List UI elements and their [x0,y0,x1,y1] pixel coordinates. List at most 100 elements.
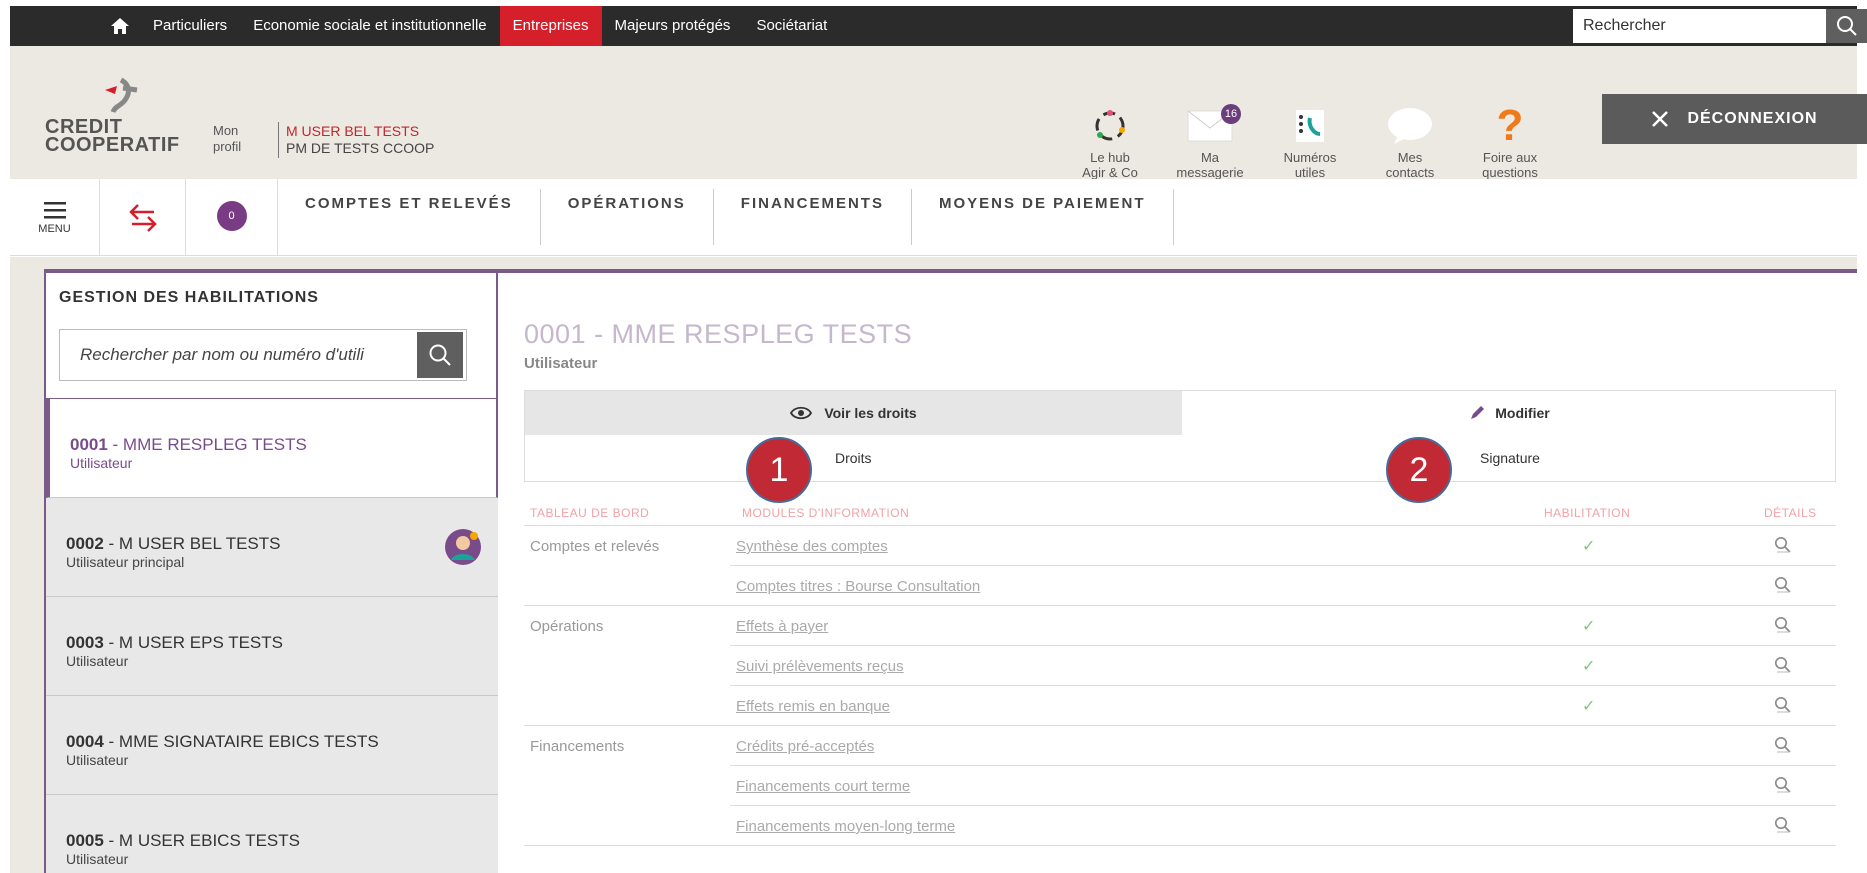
user-list-item[interactable]: 0005 - M USER EBICS TESTS Utilisateur [46,795,498,873]
user-search-input[interactable]: Rechercher par nom ou numéro d'utili [60,345,417,365]
user-item-role: Utilisateur principal [66,554,185,570]
menu-button[interactable]: MENU [10,179,100,256]
user-item-role: Utilisateur [66,851,129,867]
logo-text: CREDIT COOPERATIF [45,116,180,156]
topnav-entreprises[interactable]: Entreprises [499,6,602,46]
site-header: CREDIT COOPERATIF Mon profil M USER BEL … [10,46,1867,181]
transfer-button[interactable] [100,179,186,256]
main-user-avatar-icon [445,529,481,565]
tab-modifier[interactable]: Modifier [1182,391,1837,435]
my-profile-link[interactable]: Mon profil [213,123,241,155]
top-search[interactable]: Rechercher [1573,9,1867,43]
speech-bubble-icon [1365,102,1455,150]
table-row: Suivi prélèvements reçus ✓ [524,646,1836,686]
tab-moyens-de-paiement[interactable]: MOYENS DE PAIEMENT [912,189,1174,245]
module-link[interactable]: Synthèse des comptes [736,538,888,555]
logout-button[interactable]: DÉCONNEXION [1602,94,1867,144]
subtab-signature[interactable]: Signature [1480,450,1540,466]
close-icon [1652,111,1669,127]
user-item-name: 0002 - M USER BEL TESTS [66,534,281,553]
table-row: Financements moyen-long terme [524,806,1836,846]
user-list-item[interactable]: 0002 - M USER BEL TESTS Utilisateur prin… [46,498,498,597]
hamburger-icon [43,201,66,218]
user-item-name: 0003 - M USER EPS TESTS [66,633,283,652]
module-link[interactable]: Financements moyen-long terme [736,818,955,835]
table-row: Comptes titres : Bourse Consultation [524,566,1836,606]
table-row: Financements Crédits pré-acceptés [524,726,1836,766]
tab-operations[interactable]: OPÉRATIONS [541,189,714,245]
notifications-button[interactable]: 0 [186,179,278,256]
magnifier-icon[interactable] [1774,736,1792,758]
user-search[interactable]: Rechercher par nom ou numéro d'utili [59,329,467,381]
topnav-majeurs-proteges[interactable]: Majeurs protégés [602,6,744,46]
annotation-marker-1: 1 [746,437,812,503]
magnifier-icon[interactable] [1774,696,1792,718]
user-list-item[interactable]: 0004 - MME SIGNATAIRE EBICS TESTS Utilis… [46,696,498,795]
table-row: Opérations Effets à payer ✓ [524,606,1836,646]
row-category: Comptes et relevés [530,538,660,555]
detail-user-title: 0001 - MME RESPLEG TESTS [524,319,913,349]
row-category: Opérations [530,618,604,635]
envelope-icon: 16 [1165,102,1255,150]
search-icon[interactable] [1826,9,1867,43]
table-row: Financements court terme [524,766,1836,806]
eye-icon [790,406,813,420]
module-link[interactable]: Effets à payer [736,618,828,635]
content-area: GESTION DES HABILITATIONS Rechercher par… [10,257,1857,873]
menu-label: MENU [38,222,71,235]
quick-link-faq[interactable]: ? Foire aux questions [1465,101,1555,181]
user-item-name: 0001 - MME RESPLEG TESTS [70,435,307,454]
magnifier-icon[interactable] [1774,616,1792,638]
top-search-input[interactable]: Rechercher [1573,9,1826,43]
tab-comptes-et-releves[interactable]: COMPTES ET RELEVÉS [278,189,541,245]
header-separator [278,122,279,158]
user-list-item[interactable]: 0003 - M USER EPS TESTS Utilisateur [46,597,498,696]
habilitation-check: ✓ [1582,698,1596,715]
header-modules: MODULES D'INFORMATION [742,506,910,520]
message-count-badge: 16 [1221,104,1241,124]
current-user-name: M USER BEL TESTS [286,123,420,139]
pencil-icon [1471,406,1485,419]
phone-book-icon [1265,102,1355,150]
user-item-role: Utilisateur [70,455,133,471]
tab-voir-les-droits[interactable]: Voir les droits [525,391,1182,435]
magnifier-icon[interactable] [1774,536,1792,558]
magnifier-icon[interactable] [1774,816,1792,838]
subtab-droits[interactable]: Droits [835,450,872,466]
module-link[interactable]: Effets remis en banque [736,698,890,715]
topnav-particuliers[interactable]: Particuliers [140,6,240,46]
rights-table: TABLEAU DE BORD MODULES D'INFORMATION HA… [524,496,1836,846]
credit-cooperatif-logo[interactable]: CREDIT COOPERATIF [45,77,205,156]
table-row: Comptes et relevés Synthèse des comptes ✓ [524,526,1836,566]
module-link[interactable]: Financements court terme [736,778,910,795]
current-user-org: PM DE TESTS CCOOP [286,140,435,156]
topnav-societariat[interactable]: Sociétariat [743,6,840,46]
hub-icon [1065,102,1155,150]
module-link[interactable]: Suivi prélèvements reçus [736,658,904,675]
tab-financements[interactable]: FINANCEMENTS [714,189,912,245]
detail-user-role: Utilisateur [524,355,598,372]
user-list-item[interactable]: 0001 - MME RESPLEG TESTS Utilisateur [46,399,498,498]
header-details: DÉTAILS [1764,506,1817,520]
top-bar: Particuliers Economie sociale et institu… [10,6,1867,46]
question-icon: ? [1496,101,1524,150]
magnifier-icon[interactable] [1774,576,1792,598]
quick-link-contacts[interactable]: Mes contacts [1365,102,1455,180]
topnav-economie-sociale[interactable]: Economie sociale et institutionnelle [240,6,499,46]
sidebar-header: GESTION DES HABILITATIONS Rechercher par… [46,273,498,399]
table-header: TABLEAU DE BORD MODULES D'INFORMATION HA… [524,496,1836,526]
quick-link-numeros-utiles[interactable]: Numéros utiles [1265,102,1355,180]
main-navigation: MENU 0 COMPTES ET RELEVÉS OPÉRATIONS FIN… [10,179,1857,256]
magnifier-icon[interactable] [1774,776,1792,798]
habilitation-check: ✓ [1582,538,1596,555]
users-sidebar: GESTION DES HABILITATIONS Rechercher par… [46,273,498,873]
quick-link-hub[interactable]: Le hub Agir & Co [1065,102,1155,180]
quick-link-messagerie[interactable]: 16 Ma messagerie [1165,102,1255,180]
module-link[interactable]: Crédits pré-acceptés [736,738,874,755]
module-link[interactable]: Comptes titres : Bourse Consultation [736,578,980,595]
search-icon[interactable] [417,332,463,378]
row-category: Financements [530,738,625,755]
home-icon[interactable] [100,6,140,46]
magnifier-icon[interactable] [1774,656,1792,678]
user-item-name: 0005 - M USER EBICS TESTS [66,831,300,850]
